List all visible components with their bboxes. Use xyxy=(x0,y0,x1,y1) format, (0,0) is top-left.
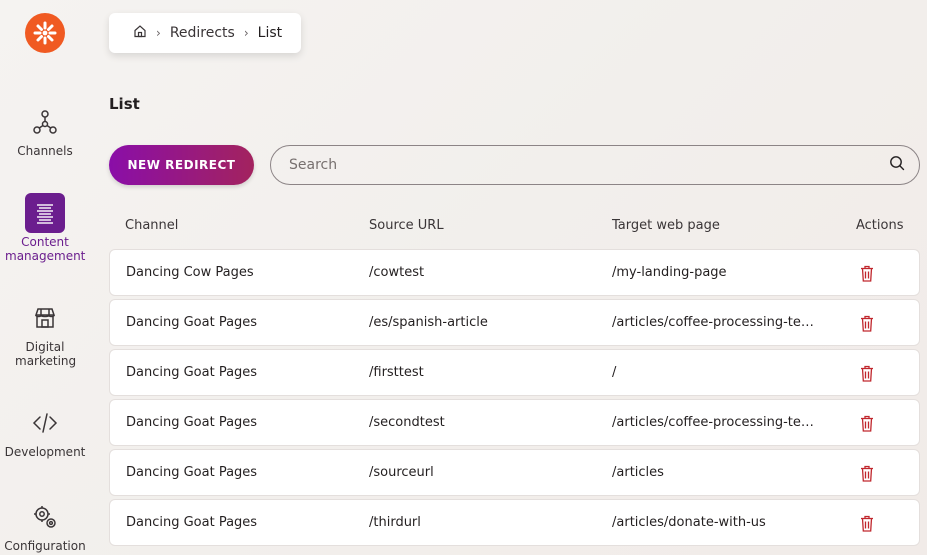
sidebar-item-label: Digital marketing xyxy=(15,340,77,368)
delete-icon[interactable] xyxy=(857,413,877,433)
cell-target-web-page: / xyxy=(612,365,617,380)
cell-channel: Dancing Goat Pages xyxy=(126,515,258,530)
table-row[interactable]: Dancing Goat Pages /sourceurl /articles xyxy=(109,449,920,496)
channels-icon xyxy=(25,102,65,142)
app-logo[interactable] xyxy=(25,13,65,53)
column-header-actions: Actions xyxy=(856,218,904,233)
search-box xyxy=(270,145,920,185)
new-redirect-button[interactable]: NEW REDIRECT xyxy=(109,145,254,185)
cell-channel: Dancing Goat Pages xyxy=(126,415,258,430)
column-header-source-url[interactable]: Source URL xyxy=(369,218,444,233)
delete-icon[interactable] xyxy=(857,463,877,483)
cell-channel: Dancing Goat Pages xyxy=(126,465,258,480)
cell-source-url: /es/spanish-article xyxy=(369,315,488,330)
breadcrumb: › Redirects › List xyxy=(109,13,301,53)
cell-channel: Dancing Goat Pages xyxy=(126,315,258,330)
cell-target-web-page: /articles/coffee-processing-tec... xyxy=(612,415,820,430)
cell-source-url: /thirdurl xyxy=(369,515,421,530)
sidebar-item-label: Development xyxy=(4,445,86,459)
cell-source-url: /cowtest xyxy=(369,265,425,280)
sidebar: Channels Content management Digital mark… xyxy=(0,0,90,555)
delete-icon[interactable] xyxy=(857,363,877,383)
storefront-icon xyxy=(25,298,65,338)
code-icon xyxy=(25,403,65,443)
sidebar-item-label: Configuration xyxy=(4,539,86,553)
page-title: List xyxy=(109,95,140,113)
chevron-right-icon: › xyxy=(243,26,249,40)
table-row[interactable]: Dancing Cow Pages /cowtest /my-landing-p… xyxy=(109,249,920,296)
cell-channel: Dancing Cow Pages xyxy=(126,265,254,280)
cell-channel: Dancing Goat Pages xyxy=(126,365,258,380)
search-icon[interactable] xyxy=(889,155,905,175)
cell-target-web-page: /articles/donate-with-us xyxy=(612,515,766,530)
cell-target-web-page: /my-landing-page xyxy=(612,265,727,280)
cell-target-web-page: /articles/coffee-processing-tec... xyxy=(612,315,820,330)
sidebar-item-development[interactable]: Development xyxy=(0,403,90,459)
delete-icon[interactable] xyxy=(857,263,877,283)
cell-source-url: /sourceurl xyxy=(369,465,434,480)
search-input[interactable] xyxy=(289,157,889,173)
sidebar-item-label: Channels xyxy=(17,144,73,158)
breadcrumb-item-current: List xyxy=(257,25,283,41)
table-row[interactable]: Dancing Goat Pages /thirdurl /articles/d… xyxy=(109,499,920,546)
sidebar-item-digital-marketing[interactable]: Digital marketing xyxy=(0,298,90,368)
content-management-icon xyxy=(25,193,65,233)
chevron-right-icon: › xyxy=(156,26,161,40)
column-header-target-web-page[interactable]: Target web page xyxy=(612,218,720,233)
delete-icon[interactable] xyxy=(857,513,877,533)
table-row[interactable]: Dancing Goat Pages /firsttest / xyxy=(109,349,920,396)
breadcrumb-item-redirects[interactable]: Redirects xyxy=(170,25,235,41)
cell-source-url: /secondtest xyxy=(369,415,445,430)
logo-icon xyxy=(33,21,57,45)
table-row[interactable]: Dancing Goat Pages /secondtest /articles… xyxy=(109,399,920,446)
sidebar-item-configuration[interactable]: Configuration xyxy=(0,497,90,553)
sidebar-item-channels[interactable]: Channels xyxy=(0,102,90,158)
sidebar-item-label: Content management xyxy=(5,235,86,263)
cell-target-web-page: /articles xyxy=(612,465,664,480)
delete-icon[interactable] xyxy=(857,313,877,333)
sidebar-item-content-management[interactable]: Content management xyxy=(0,193,90,263)
cell-source-url: /firsttest xyxy=(369,365,424,380)
home-icon[interactable] xyxy=(133,24,147,42)
table-row[interactable]: Dancing Goat Pages /es/spanish-article /… xyxy=(109,299,920,346)
column-header-channel[interactable]: Channel xyxy=(125,218,178,233)
gears-icon xyxy=(25,497,65,537)
